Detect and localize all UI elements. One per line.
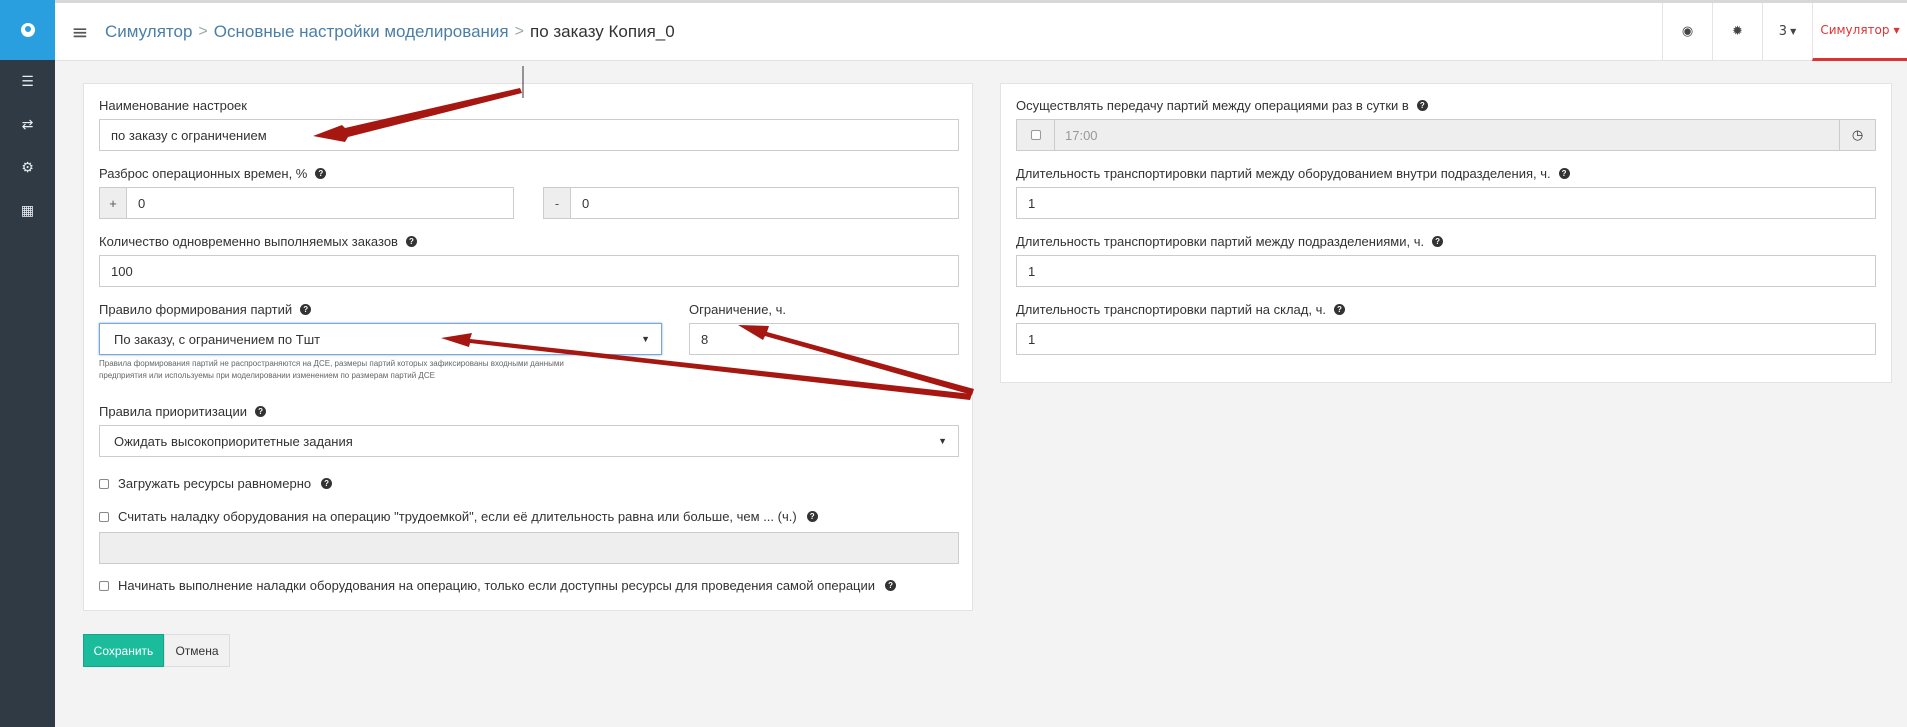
annotation-arrows xyxy=(313,66,974,400)
arrow-to-batch-rule xyxy=(441,333,972,400)
arrow-to-name-field xyxy=(313,88,522,142)
